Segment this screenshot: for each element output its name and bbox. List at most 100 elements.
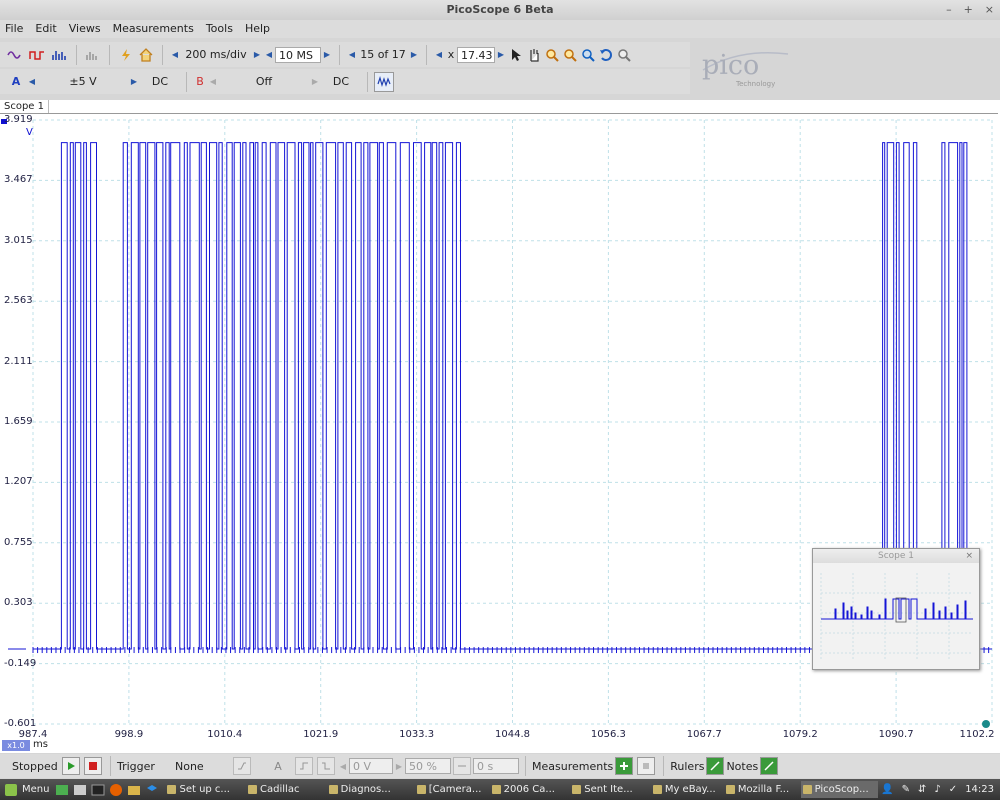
- hand-icon[interactable]: [525, 45, 543, 65]
- ruler-handle-icon[interactable]: [982, 720, 990, 728]
- pretrigger-field[interactable]: 50 %: [405, 758, 451, 774]
- menu-edit[interactable]: Edit: [30, 20, 63, 38]
- files-launcher-icon[interactable]: [73, 783, 87, 797]
- delay-field[interactable]: 0 s: [473, 758, 519, 774]
- zoom-prefix: x: [447, 48, 455, 61]
- rulers-button[interactable]: [706, 757, 725, 775]
- level-increase-icon[interactable]: ▶: [393, 756, 405, 776]
- overview-title: Scope 1: [877, 551, 914, 561]
- overview-close-icon[interactable]: ×: [965, 549, 973, 563]
- task-picoscope[interactable]: PicoScop...: [800, 781, 879, 798]
- zoom-out-icon[interactable]: [561, 45, 579, 65]
- zoom-region-icon[interactable]: [579, 45, 597, 65]
- y-tick-label: 3.467: [4, 174, 33, 186]
- pointer-icon[interactable]: [507, 45, 525, 65]
- samples-field[interactable]: 10 MS: [275, 46, 321, 63]
- start-menu-button[interactable]: Menu: [0, 783, 55, 797]
- maximize-button[interactable]: +: [964, 0, 973, 20]
- zoom-field[interactable]: 17.43: [457, 46, 495, 63]
- zoom-fit-icon[interactable]: [615, 45, 633, 65]
- timebase-decrease-icon[interactable]: ◀: [169, 45, 181, 65]
- timebase-increase-icon[interactable]: ▶: [251, 45, 263, 65]
- trigger-mode-select[interactable]: None: [175, 760, 231, 773]
- rising-edge-icon[interactable]: [295, 757, 313, 775]
- coupling-b-select[interactable]: DC: [321, 72, 361, 92]
- user-icon[interactable]: 👤: [881, 784, 893, 795]
- trigger-level-field[interactable]: 0 V: [349, 758, 393, 774]
- zoom-increase-icon[interactable]: ▶: [495, 45, 507, 65]
- task-sent[interactable]: Sent Ite...: [570, 781, 648, 798]
- task-2006[interactable]: 2006 Ca...: [490, 781, 568, 798]
- folder-launcher-icon[interactable]: [127, 783, 141, 797]
- x-tick-label: 1079.2: [782, 729, 818, 740]
- samples-increase-icon[interactable]: ▶: [321, 45, 333, 65]
- volume-icon[interactable]: ♪: [934, 784, 940, 795]
- stop-button[interactable]: [84, 757, 102, 775]
- y-tick-label: 0.303: [4, 597, 33, 609]
- x-tick-label: 1010.4: [207, 729, 243, 740]
- falling-edge-icon[interactable]: [317, 757, 335, 775]
- trigger-type-icon[interactable]: [233, 757, 251, 775]
- scope-mode-icon[interactable]: [4, 45, 26, 65]
- terminal-launcher-icon[interactable]: [91, 783, 105, 797]
- task-setup[interactable]: Set up c...: [165, 781, 243, 798]
- y-tick-label: -0.149: [4, 657, 37, 669]
- persistence-mode-icon[interactable]: [26, 45, 48, 65]
- buffer-prev-icon[interactable]: ◀: [346, 45, 358, 65]
- overview-window[interactable]: Scope 1 ×: [812, 548, 980, 670]
- menu-bar: File Edit Views Measurements Tools Help: [0, 20, 1000, 38]
- minimize-button[interactable]: –: [946, 0, 952, 20]
- task-ebay[interactable]: My eBay...: [651, 781, 721, 798]
- x-tick-label: 1033.3: [399, 729, 435, 740]
- samples-decrease-icon[interactable]: ◀: [263, 45, 275, 65]
- add-measurement-button[interactable]: [615, 757, 634, 775]
- firefox-launcher-icon[interactable]: [109, 783, 123, 797]
- mint-logo-icon: [5, 783, 17, 796]
- range-a-increase-icon[interactable]: ▶: [128, 72, 140, 92]
- zoom-decrease-icon[interactable]: ◀: [433, 45, 445, 65]
- range-b-select[interactable]: Off: [219, 72, 309, 92]
- range-b-increase-icon[interactable]: ▶: [309, 72, 321, 92]
- channels-icon[interactable]: [83, 45, 103, 65]
- buffer-next-icon[interactable]: ▶: [408, 45, 420, 65]
- pico-logo: pico Technology: [700, 40, 810, 90]
- menu-measurements[interactable]: Measurements: [108, 20, 201, 38]
- menu-help[interactable]: Help: [240, 20, 277, 38]
- range-a-select[interactable]: ±5 V: [38, 72, 128, 92]
- dropbox-launcher-icon[interactable]: [145, 783, 159, 797]
- delay-icon[interactable]: [453, 757, 471, 775]
- undo-zoom-icon[interactable]: [597, 45, 615, 65]
- desktop-launcher-icon[interactable]: [55, 783, 69, 797]
- level-decrease-icon[interactable]: ◀: [337, 756, 349, 776]
- task-diagnos[interactable]: Diagnos...: [327, 781, 412, 798]
- tools-icon[interactable]: ✎: [902, 784, 910, 795]
- start-button[interactable]: [62, 757, 80, 775]
- range-a-decrease-icon[interactable]: ◀: [26, 72, 38, 92]
- menu-tools[interactable]: Tools: [201, 20, 240, 38]
- zoom-in-icon[interactable]: [543, 45, 561, 65]
- channel-a-label[interactable]: A: [6, 72, 26, 92]
- stop-icon: [89, 762, 97, 770]
- network-icon[interactable]: ⇵: [918, 784, 926, 795]
- home-icon[interactable]: [136, 45, 156, 65]
- probe-icon[interactable]: [116, 45, 136, 65]
- range-b-decrease-icon[interactable]: ◀: [207, 72, 219, 92]
- menu-file[interactable]: File: [0, 20, 30, 38]
- close-button[interactable]: ×: [985, 0, 994, 20]
- spectrum-mode-icon[interactable]: [48, 45, 70, 65]
- signal-generator-icon[interactable]: [374, 71, 394, 92]
- shield-icon[interactable]: ✓: [949, 784, 957, 795]
- window-title: PicoScope 6 Beta: [446, 3, 554, 16]
- channel-b-label[interactable]: B: [193, 72, 207, 92]
- menu-views[interactable]: Views: [64, 20, 108, 38]
- timebase-select[interactable]: 200 ms/div: [181, 45, 251, 65]
- task-camera[interactable]: [Camera...: [415, 781, 487, 798]
- task-cadillac[interactable]: Cadillac: [246, 781, 324, 798]
- coupling-a-select[interactable]: DC: [140, 72, 180, 92]
- task-mozilla[interactable]: Mozilla F...: [724, 781, 798, 798]
- x-tick-label: 1102.2: [959, 729, 995, 740]
- trigger-channel-select[interactable]: A: [263, 760, 293, 773]
- notes-button[interactable]: [760, 757, 779, 775]
- edit-measurement-button[interactable]: [637, 757, 656, 775]
- y-tick-label: 2.111: [4, 355, 33, 367]
